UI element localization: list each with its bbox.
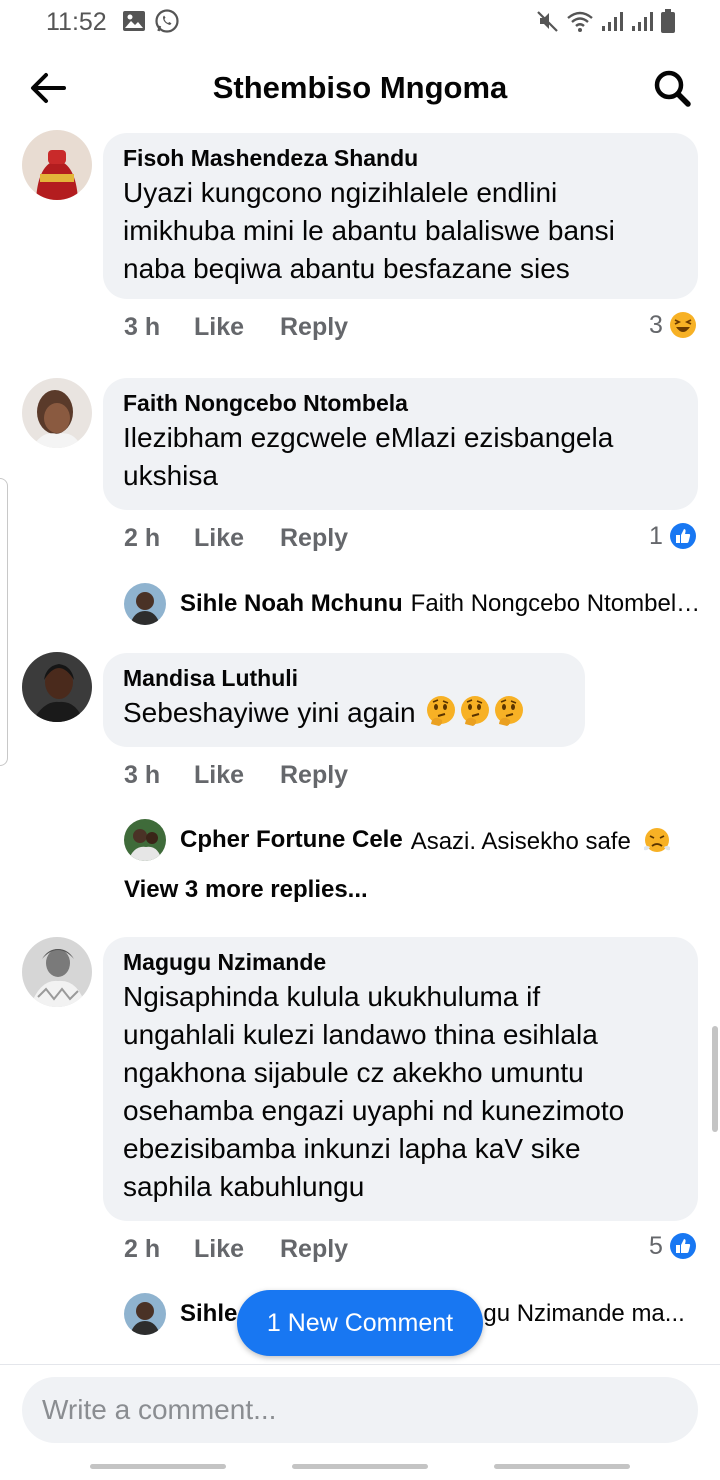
comment-actions: 3 h Like Reply	[124, 759, 348, 791]
comment-text: Ilezibham ezgcwele eMlazi ezisbangela uk…	[123, 422, 614, 491]
avatar[interactable]	[22, 378, 92, 448]
reaction-summary[interactable]: 5	[649, 1230, 697, 1262]
search-button[interactable]	[650, 66, 694, 110]
nav-bar-home[interactable]	[292, 1464, 428, 1469]
comment-text: Ngisaphinda kulula ukukhuluma if ungahla…	[123, 981, 625, 1202]
reaction-summary[interactable]: 1	[649, 520, 697, 552]
status-bar: 11:52	[0, 0, 720, 44]
avatar[interactable]	[22, 130, 92, 200]
comment-actions: 2 h Like Reply	[124, 522, 348, 554]
image-icon	[122, 10, 146, 37]
comment-author[interactable]: Magugu Nzimande	[123, 948, 678, 976]
comment-actions: 2 h Like Reply	[124, 1233, 348, 1265]
reply-button[interactable]: Reply	[280, 761, 348, 790]
reply-text: gu Nzimande ma...	[483, 1300, 685, 1327]
thinking-face-icon	[461, 696, 490, 726]
like-reaction-icon	[669, 1233, 696, 1259]
comment-time: 2 h	[124, 1234, 161, 1263]
reply-author: Cpher Fortune Cele	[180, 826, 403, 853]
reaction-summary[interactable]: 3	[649, 309, 697, 341]
like-button[interactable]: Like	[194, 1235, 280, 1264]
comment-composer	[0, 1364, 720, 1480]
avatar	[124, 819, 166, 861]
comment-time: 3 h	[124, 312, 161, 341]
like-button[interactable]: Like	[194, 761, 280, 790]
comment-bubble[interactable]: Fisoh Mashendeza Shandu Uyazi kungcono n…	[103, 133, 698, 299]
mute-icon	[536, 9, 560, 38]
reaction-count: 5	[649, 1231, 663, 1260]
comment-bubble[interactable]: Faith Nongcebo Ntombela Ilezibham ezgcwe…	[103, 378, 698, 510]
comment-text: Sebeshayiwe yini again	[123, 694, 565, 732]
haha-reaction-icon	[669, 312, 696, 338]
comment-author[interactable]: Fisoh Mashendeza Shandu	[123, 144, 678, 172]
signal-icon	[600, 9, 624, 38]
thinking-face-icon	[495, 696, 524, 726]
whatsapp-icon	[154, 8, 180, 39]
steam-nose-face-icon	[643, 827, 670, 852]
edge-panel-handle[interactable]	[0, 478, 8, 766]
reply-author: Sihle Noah Mchunu	[180, 590, 403, 617]
comment-bubble[interactable]: Mandisa Luthuli Sebeshayiwe yini again	[103, 653, 585, 747]
reply-preview[interactable]: Cpher Fortune Cele Asazi. Asisekho safe	[124, 818, 704, 862]
new-comment-button[interactable]: 1 New Comment	[237, 1290, 483, 1356]
reply-author: Sihle	[180, 1300, 238, 1327]
status-time: 11:52	[46, 8, 107, 36]
comment-author[interactable]: Mandisa Luthuli	[123, 664, 565, 692]
nav-bar-back[interactable]	[494, 1464, 630, 1469]
comment-input[interactable]	[22, 1377, 698, 1443]
avatar	[124, 583, 166, 625]
comment-author[interactable]: Faith Nongcebo Ntombela	[123, 389, 678, 417]
reply-preview[interactable]: Sihle Noah Mchunu Faith Nongcebo Ntombel…	[124, 582, 704, 626]
avatar[interactable]	[22, 652, 92, 722]
like-button[interactable]: Like	[194, 313, 280, 342]
comment-time: 3 h	[124, 760, 161, 789]
signal-icon	[630, 9, 654, 38]
thinking-face-icon	[427, 696, 456, 726]
reply-text: Faith Nongcebo Ntombela ...	[410, 590, 704, 617]
avatar[interactable]	[22, 937, 92, 1007]
comment-text: Uyazi kungcono ngizihlalele endlini imik…	[123, 177, 615, 284]
nav-bar-recents[interactable]	[90, 1464, 226, 1469]
battery-icon	[660, 8, 676, 39]
scrollbar-thumb[interactable]	[712, 1026, 718, 1132]
comment-time: 2 h	[124, 523, 161, 552]
reaction-count: 1	[649, 521, 663, 550]
reaction-count: 3	[649, 310, 663, 339]
like-button[interactable]: Like	[194, 524, 280, 553]
like-reaction-icon	[669, 523, 696, 549]
top-header: Sthembiso Mngoma	[0, 44, 720, 132]
reply-button[interactable]: Reply	[280, 1235, 348, 1264]
reply-button[interactable]: Reply	[280, 524, 348, 553]
view-more-replies[interactable]: View 3 more replies...	[124, 876, 368, 904]
search-icon	[654, 70, 691, 107]
comment-actions: 3 h Like Reply	[124, 311, 348, 343]
reply-button[interactable]: Reply	[280, 313, 348, 342]
wifi-icon	[566, 9, 594, 38]
page-title: Sthembiso Mngoma	[212, 70, 508, 105]
reply-text: Asazi. Asisekho safe	[411, 825, 672, 856]
avatar	[124, 1293, 166, 1335]
comment-bubble[interactable]: Magugu Nzimande Ngisaphinda kulula ukukh…	[103, 937, 698, 1221]
